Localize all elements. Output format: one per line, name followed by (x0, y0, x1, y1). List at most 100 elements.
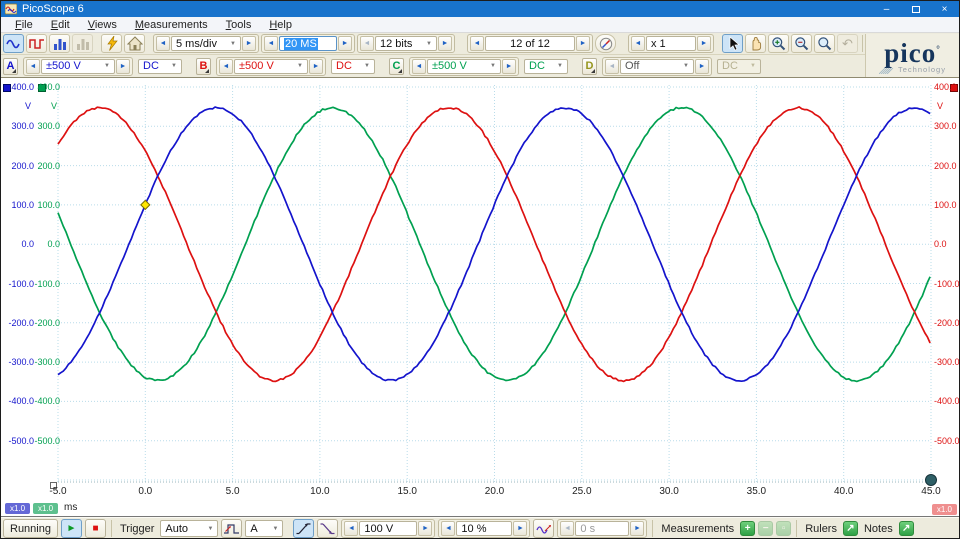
pre-trigger-down-button[interactable]: ◄ (441, 521, 455, 536)
resolution-increase-button[interactable]: ► (438, 36, 452, 51)
zoom-badge-channel-b[interactable]: x1.0 (932, 504, 957, 515)
rising-edge-button[interactable] (293, 519, 314, 538)
buffer-next-button[interactable]: ► (576, 36, 590, 51)
resolution-decrease-button[interactable]: ◄ (360, 36, 374, 51)
trigger-level-up-button[interactable]: ► (418, 521, 432, 536)
channel-a-range-down-button[interactable]: ◄ (26, 59, 40, 74)
timebase-increase-button[interactable]: ► (242, 36, 256, 51)
zoom-in-tool[interactable] (768, 34, 789, 53)
channel-d-range-select[interactable]: Off ▼ (620, 59, 694, 74)
timebase-decrease-button[interactable]: ◄ (156, 36, 170, 51)
rapid-trigger-button[interactable] (533, 519, 554, 538)
pre-trigger-value: 10 % (461, 523, 486, 535)
channel-a-range-select[interactable]: ±500 V ▼ (41, 59, 115, 74)
y-axis-c-tick-label: 300.0 (27, 121, 60, 131)
samples-increase-button[interactable]: ► (338, 36, 352, 51)
falling-edge-button[interactable] (317, 519, 338, 538)
hand-pan-tool[interactable] (745, 34, 766, 53)
zoom-in-step-button[interactable]: ► (697, 36, 711, 51)
channel-b-range-select[interactable]: ±500 V ▼ (234, 59, 308, 74)
channel-d-coupling-select[interactable]: DC ▼ (717, 59, 761, 74)
trigger-level-input[interactable]: 100 V (359, 521, 417, 536)
trigger-mode-select[interactable]: Auto ▼ (160, 520, 218, 537)
add-measurement-button[interactable]: + (740, 521, 755, 536)
channel-a-coupling-value: DC (143, 60, 159, 72)
buffer-previous-button[interactable]: ◄ (470, 36, 484, 51)
channel-a-coupling-select[interactable]: DC ▼ (138, 59, 182, 74)
magnifier-icon (817, 36, 832, 51)
rulers-button[interactable]: ↗ (843, 521, 858, 536)
pico-logo: pico° Technology (865, 34, 959, 77)
menu-tools[interactable]: Tools (217, 18, 261, 32)
menu-measurements[interactable]: Measurements (126, 18, 217, 32)
channel-b-range-up-button[interactable]: ► (309, 59, 323, 74)
trigger-source-select[interactable]: A ▼ (245, 520, 283, 537)
x-axis-unit: ms (64, 502, 77, 513)
channel-b-range-value: ±500 V (239, 60, 274, 72)
home-setup-button[interactable] (124, 34, 145, 53)
histogram-view-button[interactable] (72, 34, 93, 53)
channel-c-range-down-button[interactable]: ◄ (412, 59, 426, 74)
channel-c-button[interactable]: C (389, 58, 404, 75)
zoom-badge-channel-a[interactable]: x1.0 (5, 503, 30, 514)
menu-file[interactable]: File (6, 18, 42, 32)
y-axis-b-tick-label: 400.0 (934, 82, 960, 92)
zoom-badge-channel-c[interactable]: x1.0 (33, 503, 58, 514)
menu-edit[interactable]: Edit (42, 18, 79, 32)
channel-d-range-group: ◄ Off ▼ ► (602, 57, 712, 76)
plot-area[interactable] (1, 78, 960, 517)
trigger-marker[interactable] (141, 200, 150, 209)
normal-pointer-tool[interactable] (722, 34, 743, 53)
maximize-icon (912, 6, 920, 13)
spectrum-view-button[interactable] (49, 34, 70, 53)
pre-trigger-input[interactable]: 10 % (456, 521, 512, 536)
channel-a-button[interactable]: A (3, 58, 18, 75)
advanced-trigger-button[interactable] (221, 519, 242, 538)
picoscope-window: PicoScope 6 – × File Edit Views Measurem… (0, 0, 960, 539)
remove-measurement-button[interactable]: − (758, 521, 773, 536)
running-button[interactable]: Running (3, 519, 58, 538)
scope-view-button[interactable] (3, 34, 24, 53)
zoom-full-tool[interactable] (814, 34, 835, 53)
channel-b-button[interactable]: B (196, 58, 211, 75)
menu-help[interactable]: Help (260, 18, 301, 32)
timebase-select[interactable]: 5 ms/div ▼ (171, 36, 241, 51)
trigger-delay-down-button[interactable]: ◄ (560, 521, 574, 536)
edit-measurement-button[interactable]: ▫ (776, 521, 791, 536)
trigger-delay-input[interactable]: 0 s (575, 521, 629, 536)
undo-zoom-button[interactable]: ↶ (837, 34, 858, 53)
trigger-level-down-button[interactable]: ◄ (344, 521, 358, 536)
channel-d-range-down-button[interactable]: ◄ (605, 59, 619, 74)
buffer-indicator[interactable]: 12 of 12 (485, 36, 575, 51)
start-capture-button[interactable]: ► (61, 519, 82, 538)
pre-trigger-up-button[interactable]: ► (513, 521, 527, 536)
channel-c-range-up-button[interactable]: ► (502, 59, 516, 74)
zoom-out-step-button[interactable]: ◄ (631, 36, 645, 51)
stop-capture-button[interactable]: ■ (85, 519, 106, 538)
menu-views[interactable]: Views (79, 18, 126, 32)
channel-a-range-value: ±500 V (46, 60, 81, 72)
resolution-select[interactable]: 12 bits ▼ (375, 36, 437, 51)
maximize-button[interactable] (901, 1, 930, 17)
channel-c-coupling-select[interactable]: DC ▼ (524, 59, 568, 74)
channel-d-range-up-button[interactable]: ► (695, 59, 709, 74)
channel-b-coupling-select[interactable]: DC ▼ (331, 59, 375, 74)
title-bar[interactable]: PicoScope 6 – × (1, 1, 959, 17)
samples-decrease-button[interactable]: ◄ (264, 36, 278, 51)
dropdown-arrow-icon: ▼ (104, 63, 110, 69)
trigger-delay-up-button[interactable]: ► (630, 521, 644, 536)
buffer-navigator-button[interactable] (595, 34, 616, 53)
signal-generator-button[interactable] (101, 34, 122, 53)
zoom-out-tool[interactable] (791, 34, 812, 53)
channel-d-button[interactable]: D (582, 58, 597, 75)
notes-button[interactable]: ↗ (899, 521, 914, 536)
channel-c-range-select[interactable]: ±500 V ▼ (427, 59, 501, 74)
minimize-button[interactable]: – (872, 1, 901, 17)
zoom-factor-input[interactable]: x 1 (646, 36, 696, 51)
y-axis-c-tick-label: -100.0 (27, 279, 60, 289)
persistence-view-button[interactable] (26, 34, 47, 53)
close-button[interactable]: × (930, 1, 959, 17)
channel-b-range-down-button[interactable]: ◄ (219, 59, 233, 74)
channel-a-range-up-button[interactable]: ► (116, 59, 130, 74)
samples-input[interactable]: 20 MS (279, 36, 337, 51)
